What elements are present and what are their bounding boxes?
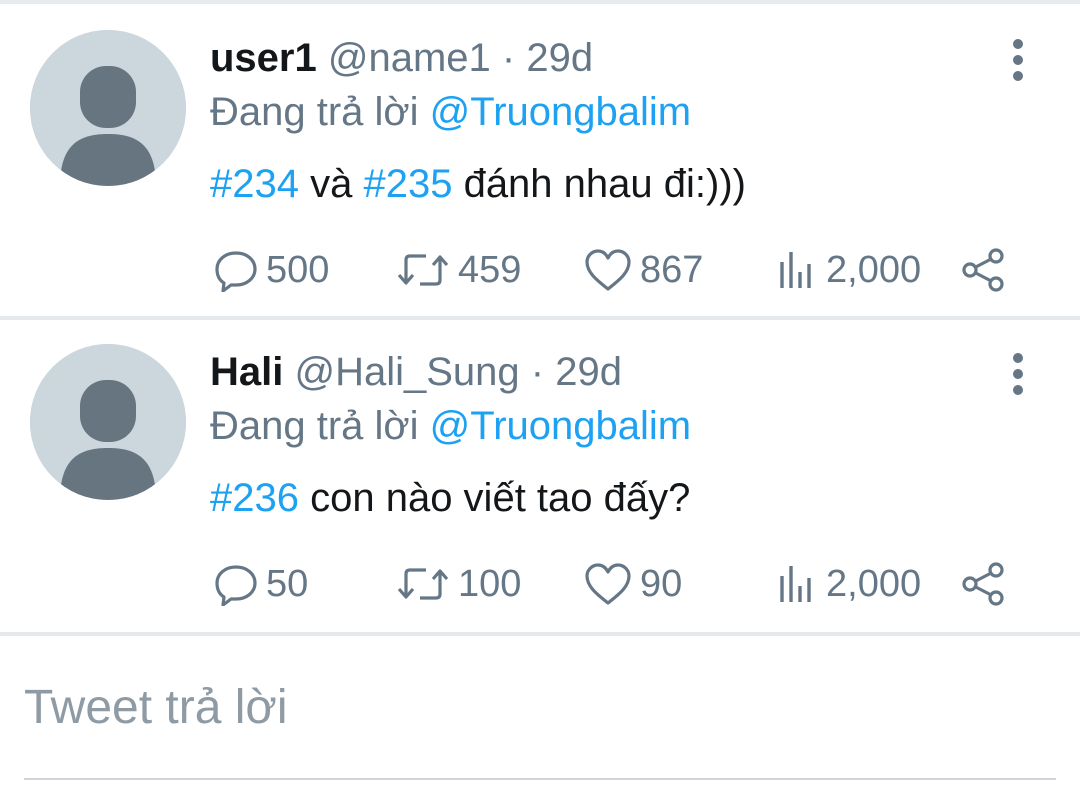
author-name[interactable]: Hali xyxy=(210,350,283,394)
tweet-text: #236 con nào viết tao đấy? xyxy=(210,474,690,522)
heart-icon xyxy=(585,563,631,605)
retweet-count: 459 xyxy=(458,248,522,291)
share-button[interactable] xyxy=(960,246,1006,294)
default-avatar-icon[interactable] xyxy=(30,30,186,186)
replying-to-label: Đang trả lời xyxy=(210,404,430,448)
timestamp[interactable]: 29d xyxy=(526,36,593,80)
reply-count: 50 xyxy=(266,562,309,605)
separator: · xyxy=(530,350,545,394)
views-button[interactable]: 2,000 xyxy=(774,246,921,294)
reply-count: 500 xyxy=(266,248,330,291)
views-button[interactable]: 2,000 xyxy=(774,560,921,608)
reply-button[interactable]: 50 xyxy=(214,560,308,608)
replying-to-label: Đang trả lời xyxy=(210,90,430,134)
reply-icon xyxy=(215,251,257,292)
tweet-actions: 50 100 90 2,000 xyxy=(210,560,1030,608)
views-icon xyxy=(780,566,811,602)
share-button[interactable] xyxy=(960,560,1006,608)
tweet-header: user1 @name1 · 29d xyxy=(210,34,593,82)
view-count: 2,000 xyxy=(826,248,922,291)
composer-underline xyxy=(24,778,1056,780)
separator: · xyxy=(501,36,516,80)
reply-button[interactable]: 500 xyxy=(214,246,329,294)
retweet-button[interactable]: 100 xyxy=(396,560,521,608)
like-count: 90 xyxy=(640,562,683,605)
tweet[interactable]: Hali @Hali_Sung · 29d Đang trả lời @Truo… xyxy=(0,318,1080,630)
mention-link[interactable]: @Truongbalim xyxy=(430,90,691,134)
like-count: 867 xyxy=(640,248,704,291)
author-handle[interactable]: @name1 xyxy=(328,36,491,80)
view-count: 2,000 xyxy=(826,562,922,605)
more-vertical-icon[interactable] xyxy=(998,36,1038,84)
tweet-text-segment: con nào viết tao đấy? xyxy=(298,476,691,520)
timestamp[interactable]: 29d xyxy=(555,350,622,394)
tweet-header: Hali @Hali_Sung · 29d xyxy=(210,348,622,396)
mention-link[interactable]: @Truongbalim xyxy=(430,404,691,448)
reply-icon xyxy=(215,565,257,606)
like-button[interactable]: 867 xyxy=(584,246,703,294)
share-icon xyxy=(962,248,1004,292)
tweet-divider xyxy=(0,632,1080,636)
like-button[interactable]: 90 xyxy=(584,560,682,608)
tweet-text-segment: và xyxy=(298,162,364,206)
replying-to: Đang trả lời @Truongbalim xyxy=(210,88,691,136)
hashtag-link[interactable]: #234 xyxy=(210,162,299,206)
tweet-text: #234 và #235 đánh nhau đi:))) xyxy=(210,160,746,208)
author-name[interactable]: user1 xyxy=(210,36,317,80)
tweet-actions: 500 459 867 2,000 xyxy=(210,246,1030,294)
replying-to: Đang trả lời @Truongbalim xyxy=(210,402,691,450)
share-icon xyxy=(962,562,1004,606)
author-handle[interactable]: @Hali_Sung xyxy=(294,350,519,394)
hashtag-link[interactable]: #235 xyxy=(363,162,452,206)
tweet[interactable]: user1 @name1 · 29d Đang trả lời @Truongb… xyxy=(0,4,1080,316)
heart-icon xyxy=(585,249,631,291)
retweet-icon xyxy=(397,254,449,286)
views-icon xyxy=(780,252,811,288)
retweet-button[interactable]: 459 xyxy=(396,246,521,294)
more-vertical-icon[interactable] xyxy=(998,350,1038,398)
hashtag-link[interactable]: #236 xyxy=(210,476,299,520)
reply-composer-input[interactable]: Tweet trả lời xyxy=(24,678,288,738)
tweet-text-segment: đánh nhau đi:))) xyxy=(452,162,746,206)
default-avatar-icon[interactable] xyxy=(30,344,186,500)
retweet-count: 100 xyxy=(458,562,522,605)
retweet-icon xyxy=(397,568,449,600)
